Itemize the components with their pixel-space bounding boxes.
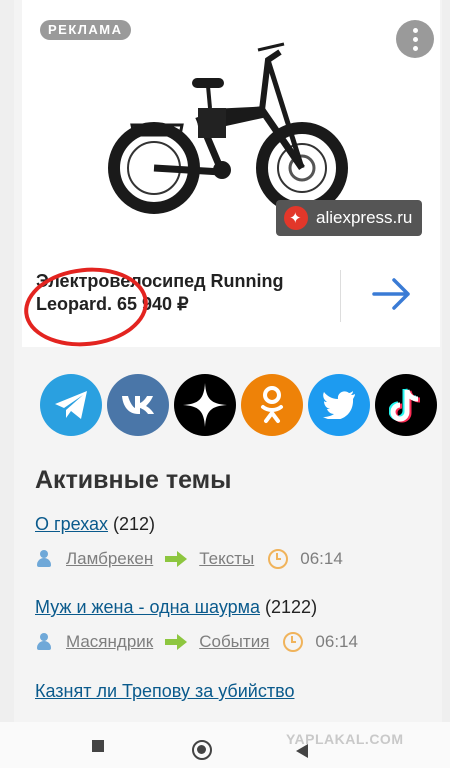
category-link[interactable]: События [199, 632, 269, 652]
section-title: Активные темы [35, 466, 232, 494]
share-bar [40, 374, 437, 436]
topic-link[interactable]: Муж и жена - одна шаурма [35, 597, 260, 617]
arrow-right-green-icon [165, 634, 188, 650]
recent-apps-icon[interactable] [92, 740, 104, 752]
aliexpress-logo-icon [284, 206, 308, 230]
arrow-right-icon[interactable] [370, 276, 414, 312]
user-icon [36, 550, 52, 568]
twitter-icon[interactable] [308, 374, 370, 436]
telegram-icon[interactable] [40, 374, 102, 436]
vk-icon[interactable] [107, 374, 169, 436]
topic-meta: Масяндрик События 06:14 [36, 630, 358, 654]
topic-count: (2122) [265, 597, 318, 617]
ok-icon[interactable] [241, 374, 303, 436]
tiktok-icon[interactable] [375, 374, 437, 436]
topic-count: (212) [113, 514, 156, 534]
watermark: YAPLAKAL.COM [286, 731, 404, 747]
ad-source-label: aliexpress.ru [316, 208, 413, 227]
ad-badge: РЕКЛАМА [40, 20, 131, 40]
topic-time: 06:14 [300, 549, 343, 568]
clock-icon [283, 632, 304, 652]
clock-icon [268, 549, 289, 569]
category-link[interactable]: Тексты [199, 549, 254, 569]
topic-item: Казнят ли Трепову за убийство [35, 681, 294, 702]
zen-icon[interactable] [174, 374, 236, 436]
author-link[interactable]: Ламбрекен [66, 549, 153, 569]
topic-item: Муж и жена - одна шаурма (2122) [35, 597, 317, 618]
ad-source-link[interactable]: aliexpress.ru [276, 200, 423, 236]
topic-meta: Ламбрекен Тексты 06:14 [36, 547, 343, 571]
divider [340, 270, 341, 322]
topic-link[interactable]: Казнят ли Трепову за убийство [35, 681, 294, 701]
home-icon[interactable] [192, 740, 212, 760]
arrow-right-green-icon [165, 551, 188, 567]
author-link[interactable]: Масяндрик [66, 632, 153, 652]
user-icon [36, 633, 52, 651]
topic-item: О грехах (212) [35, 514, 155, 535]
ad-image[interactable]: РЕКЛАМА aliexpress.ru [22, 0, 440, 243]
more-options-icon[interactable] [396, 20, 434, 58]
topic-time: 06:14 [315, 632, 358, 651]
topic-link[interactable]: О грехах [35, 514, 108, 534]
